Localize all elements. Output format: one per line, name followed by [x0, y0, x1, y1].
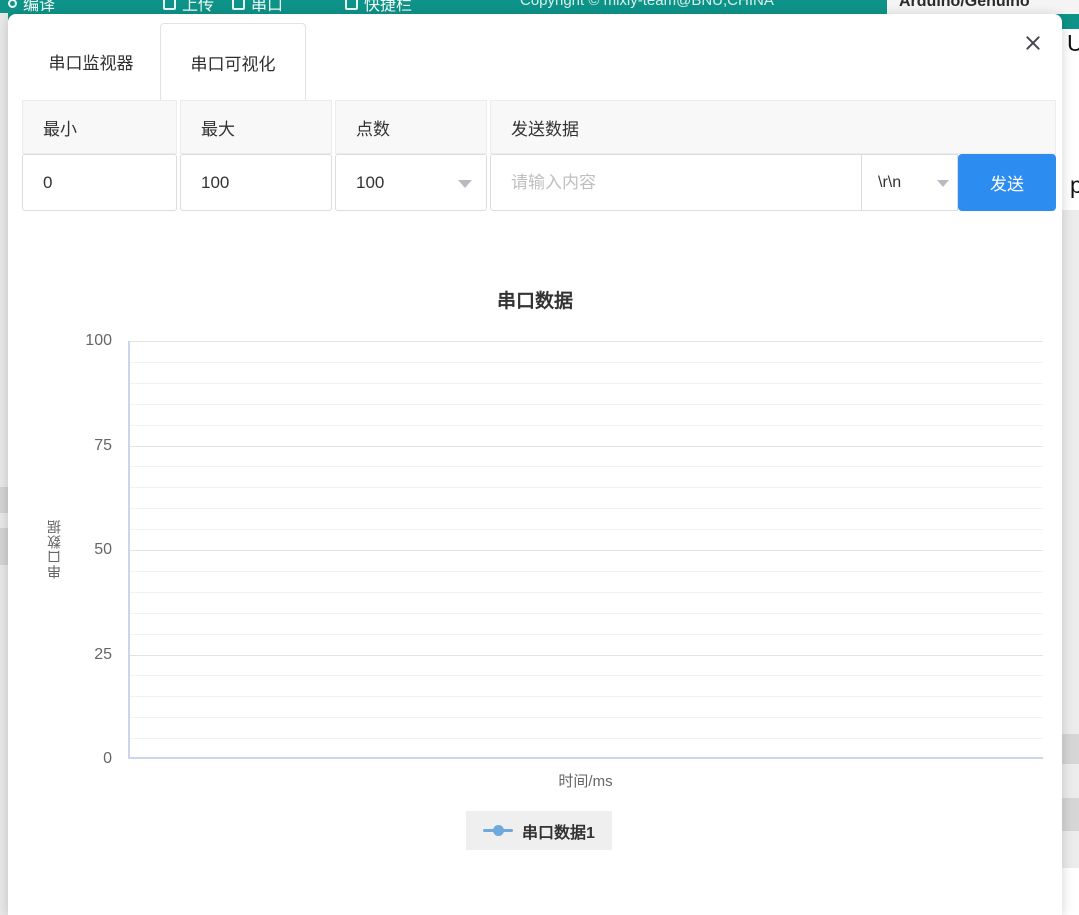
gridline [130, 404, 1043, 405]
gridline [130, 383, 1043, 384]
line-series-marker-icon [483, 829, 513, 832]
gridline [130, 571, 1043, 572]
y-tick-label: 0 [8, 750, 112, 768]
chart-title: 串口数据 [8, 286, 1062, 313]
toolbar-item-label: 上传 [182, 0, 214, 15]
gridline [130, 446, 1043, 447]
gridline [130, 425, 1043, 426]
send-input-box: \r\n [490, 154, 958, 211]
toolbar-item-serial[interactable]: 串口 [232, 0, 283, 15]
gridline [130, 592, 1043, 593]
toolbar-item-shortcutbar[interactable]: 快捷栏 [345, 0, 412, 15]
max-input[interactable] [180, 154, 332, 211]
line-ending-value: \r\n [878, 174, 901, 192]
gridline [130, 634, 1043, 635]
gridline [130, 529, 1043, 530]
shortcutbar-icon [345, 0, 358, 10]
gridline [130, 696, 1043, 697]
gridline [130, 487, 1043, 488]
dialog-tab-bar: 串口监视器 串口可视化 [8, 14, 1062, 99]
x-axis-title: 时间/ms [128, 770, 1043, 791]
serial-dialog: 串口监视器 串口可视化 最小 最大 点数 发送数据 100 \r\n [8, 14, 1062, 915]
toolbar-item-upload[interactable]: 上传 [163, 0, 214, 15]
background-text-fragment: p [1070, 172, 1079, 199]
background-block [0, 528, 8, 565]
send-button[interactable]: 发送 [958, 154, 1056, 211]
gridline [130, 717, 1043, 718]
background-left-strip [0, 13, 8, 915]
tab-label: 串口监视器 [49, 49, 134, 74]
gridline [130, 655, 1043, 656]
y-axis-title: 串口数据 [44, 484, 64, 614]
chevron-down-icon [937, 180, 949, 187]
send-data-input[interactable] [491, 155, 861, 210]
toolbar-item-label: 串口 [251, 0, 283, 15]
gridline [130, 613, 1043, 614]
header-send-data: 发送数据 [490, 100, 1056, 154]
toolbar-item-compile[interactable]: 编译 [8, 0, 55, 15]
background-text-fragment: U [1067, 30, 1079, 57]
min-input[interactable] [22, 154, 177, 211]
y-tick-label: 75 [8, 437, 112, 455]
background-block [0, 487, 8, 513]
background-right-strip: U p [1062, 29, 1079, 915]
serial-settings-form: 最小 最大 点数 发送数据 100 \r\n 发送 [22, 100, 1056, 211]
serial-icon [232, 0, 245, 10]
board-selector[interactable]: Arduino/Genuino [887, 0, 1079, 14]
gridline [130, 675, 1043, 676]
header-max: 最大 [180, 100, 332, 154]
gridline [130, 550, 1043, 551]
tab-serial-visualization[interactable]: 串口可视化 [160, 23, 306, 100]
legend-item-series1[interactable]: 串口数据1 [466, 811, 612, 850]
chevron-down-icon [458, 180, 472, 188]
close-icon[interactable] [1022, 32, 1044, 54]
y-tick-label: 100 [8, 332, 112, 350]
toolbar-item-label: 编译 [23, 0, 55, 15]
gridline [130, 466, 1043, 467]
background-block [1062, 734, 1079, 764]
form-input-row: 100 \r\n 发送 [22, 154, 1056, 211]
legend-label: 串口数据1 [522, 819, 595, 843]
y-tick-label: 25 [8, 646, 112, 664]
board-selector-label: Arduino/Genuino [899, 0, 1030, 11]
plot-area [128, 341, 1043, 759]
send-data-group: \r\n 发送 [490, 154, 1056, 211]
gridline [130, 508, 1043, 509]
gridline [130, 738, 1043, 739]
toolbar-item-label: 快捷栏 [364, 0, 412, 15]
gridline [130, 362, 1043, 363]
upload-icon [163, 0, 176, 10]
background-block [1062, 798, 1079, 831]
compile-icon [8, 0, 17, 8]
tab-label: 串口可视化 [191, 50, 276, 75]
header-points: 点数 [335, 100, 487, 154]
copyright-text: Copyright © mixly-team@BNU,CHINA [520, 0, 774, 9]
header-min: 最小 [22, 100, 177, 154]
background-panel [1062, 210, 1079, 868]
form-header-row: 最小 最大 点数 发送数据 [22, 100, 1056, 154]
gridline [130, 341, 1043, 342]
points-select-value: 100 [356, 173, 384, 193]
points-select[interactable]: 100 [335, 154, 487, 211]
tab-serial-monitor[interactable]: 串口监视器 [26, 23, 156, 99]
line-ending-select[interactable]: \r\n [861, 155, 957, 210]
